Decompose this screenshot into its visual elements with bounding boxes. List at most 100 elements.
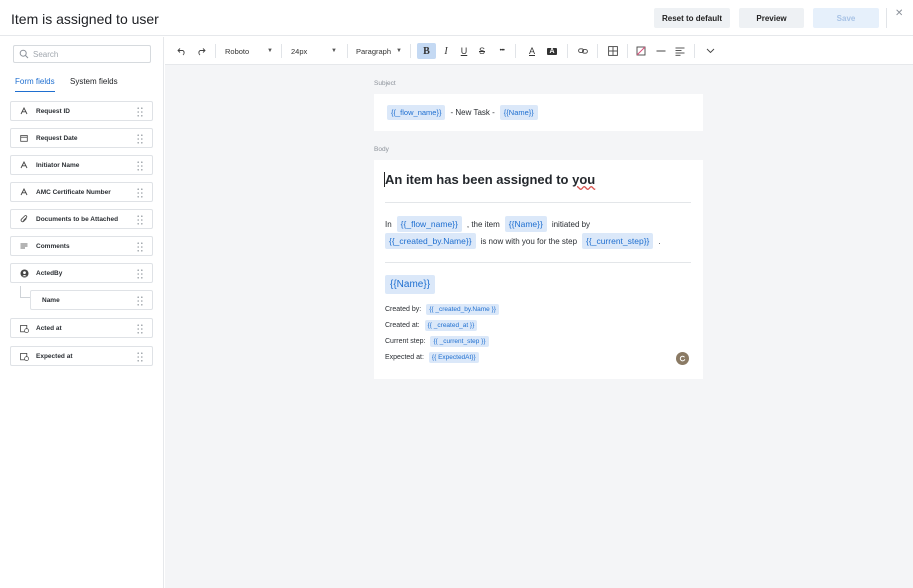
font-size-select[interactable]: 24px ▼: [291, 43, 337, 59]
block-type-select[interactable]: Paragraph ▼: [356, 43, 402, 59]
field-label: Request Date: [36, 134, 78, 142]
field-request-date[interactable]: Request Date: [10, 128, 153, 148]
field-label: Acted at: [36, 324, 62, 332]
drag-handle-icon[interactable]: [137, 215, 143, 225]
tab-form-fields[interactable]: Form fields: [15, 77, 55, 92]
drag-handle-icon[interactable]: [137, 324, 143, 334]
body-label: Body: [374, 146, 389, 153]
token-chip[interactable]: {{_current_step}}: [582, 233, 654, 249]
body-paragraph-line-2: {{_created_by.Name}} is now with you for…: [385, 233, 661, 249]
font-family-value: Roboto: [225, 46, 250, 56]
redo-icon[interactable]: [194, 43, 208, 59]
field-expected-at[interactable]: Expected at: [10, 346, 153, 366]
meta-current-step: Current step: {{ _current_step }}: [385, 336, 489, 347]
text-icon: [20, 188, 36, 196]
highlight-color-button[interactable]: A: [546, 43, 558, 59]
strikethrough-button[interactable]: S: [475, 43, 489, 59]
subject-text: - New Task -: [450, 108, 495, 117]
text-color-button[interactable]: A: [526, 43, 538, 59]
drag-handle-icon[interactable]: [137, 134, 143, 144]
toolbar-divider: [567, 44, 568, 58]
grammar-assistant-icon[interactable]: [676, 352, 689, 365]
header-divider: [886, 8, 887, 28]
underline-button[interactable]: U: [457, 43, 471, 59]
token-chip[interactable]: {{Name}}: [385, 275, 436, 294]
search-box[interactable]: [13, 45, 151, 63]
token-chip[interactable]: {{_flow_name}}: [387, 105, 446, 120]
name-line: {{Name}}: [385, 275, 436, 294]
field-request-id[interactable]: Request ID: [10, 101, 153, 121]
body-card[interactable]: An item has been assigned to you In {{_f…: [374, 160, 703, 379]
toolbar-divider: [627, 44, 628, 58]
meta-created-at: Created at: {{ _created_at }}: [385, 320, 478, 331]
meta-expected-at: Expected at: {{ ExpectedAt}}: [385, 352, 479, 363]
search-icon: [19, 49, 29, 59]
field-label: Initiator Name: [36, 161, 80, 169]
meta-created-by: Created by: {{ _created_by.Name }}: [385, 304, 499, 315]
toolbar-divider: [347, 44, 348, 58]
editor-canvas: Subject {{_flow_name}} - New Task - {{Na…: [165, 65, 913, 588]
subject-line: {{_flow_name}} - New Task - {{Name}}: [387, 105, 538, 120]
token-chip[interactable]: {{Name}}: [499, 105, 538, 120]
chevron-down-icon[interactable]: [703, 43, 717, 59]
chevron-down-icon: ▼: [267, 48, 273, 54]
chevron-down-icon: ▼: [331, 48, 337, 54]
field-amc-certificate-number[interactable]: AMC Certificate Number: [10, 182, 153, 202]
field-label: Documents to be Attached: [36, 215, 119, 223]
horizontal-rule-icon[interactable]: [654, 43, 668, 59]
token-chip[interactable]: {{ _created_at }}: [424, 320, 478, 331]
drag-handle-icon[interactable]: [137, 242, 143, 252]
save-button[interactable]: Save: [813, 8, 879, 28]
token-chip[interactable]: {{_flow_name}}: [396, 216, 462, 232]
tree-connector: [20, 286, 30, 298]
toolbar-divider: [597, 44, 598, 58]
drag-handle-icon[interactable]: [137, 161, 143, 171]
search-input[interactable]: [33, 49, 143, 59]
clear-format-icon[interactable]: [634, 43, 648, 59]
calendar-clock-icon: [20, 324, 36, 333]
field-documents-to-be-attached[interactable]: Documents to be Attached: [10, 209, 153, 229]
token-chip[interactable]: {{ _created_by.Name }}: [426, 304, 499, 315]
calendar-clock-icon: [20, 352, 36, 361]
drag-handle-icon[interactable]: [137, 352, 143, 362]
table-icon[interactable]: [606, 43, 620, 59]
reset-to-default-button[interactable]: Reset to default: [654, 8, 730, 28]
drag-handle-icon[interactable]: [137, 296, 143, 306]
close-icon[interactable]: ✕: [895, 8, 903, 19]
drag-handle-icon[interactable]: [137, 107, 143, 117]
token-chip[interactable]: {{Name}}: [504, 216, 547, 232]
field-label: AMC Certificate Number: [36, 188, 111, 196]
align-left-icon[interactable]: [673, 43, 687, 59]
undo-icon[interactable]: [175, 43, 189, 59]
toolbar-divider: [215, 44, 216, 58]
tab-system-fields[interactable]: System fields: [70, 77, 118, 91]
text-icon: [20, 107, 36, 115]
toolbar-divider: [410, 44, 411, 58]
field-acted-by-name[interactable]: Name: [30, 290, 153, 310]
drag-handle-icon[interactable]: [137, 269, 143, 279]
more-options-button[interactable]: •••: [495, 43, 509, 59]
font-family-select[interactable]: Roboto ▼: [225, 43, 273, 59]
field-comments[interactable]: Comments: [10, 236, 153, 256]
bold-button[interactable]: B: [417, 43, 436, 59]
token-chip[interactable]: {{ _current_step }}: [430, 336, 489, 347]
page-title: Item is assigned to user: [11, 11, 159, 27]
field-label: Name: [42, 296, 60, 304]
block-type-value: Paragraph: [356, 46, 392, 56]
italic-button[interactable]: I: [439, 43, 453, 59]
toolbar-divider: [515, 44, 516, 58]
token-chip[interactable]: {{ ExpectedAt}}: [428, 352, 479, 363]
fields-sidebar: Form fields System fields Request ID Req…: [0, 37, 164, 588]
field-acted-by[interactable]: ActedBy: [10, 263, 153, 283]
subject-card[interactable]: {{_flow_name}} - New Task - {{Name}}: [374, 94, 703, 131]
user-icon: [20, 269, 36, 278]
preview-button[interactable]: Preview: [739, 8, 804, 28]
link-icon[interactable]: [576, 43, 590, 59]
field-acted-at[interactable]: Acted at: [10, 318, 153, 338]
field-initiator-name[interactable]: Initiator Name: [10, 155, 153, 175]
chevron-down-icon: ▼: [396, 48, 402, 54]
misspelled-word: you: [572, 172, 596, 187]
drag-handle-icon[interactable]: [137, 188, 143, 198]
highlight-letter: A: [547, 47, 557, 55]
token-chip[interactable]: {{_created_by.Name}}: [385, 233, 476, 249]
